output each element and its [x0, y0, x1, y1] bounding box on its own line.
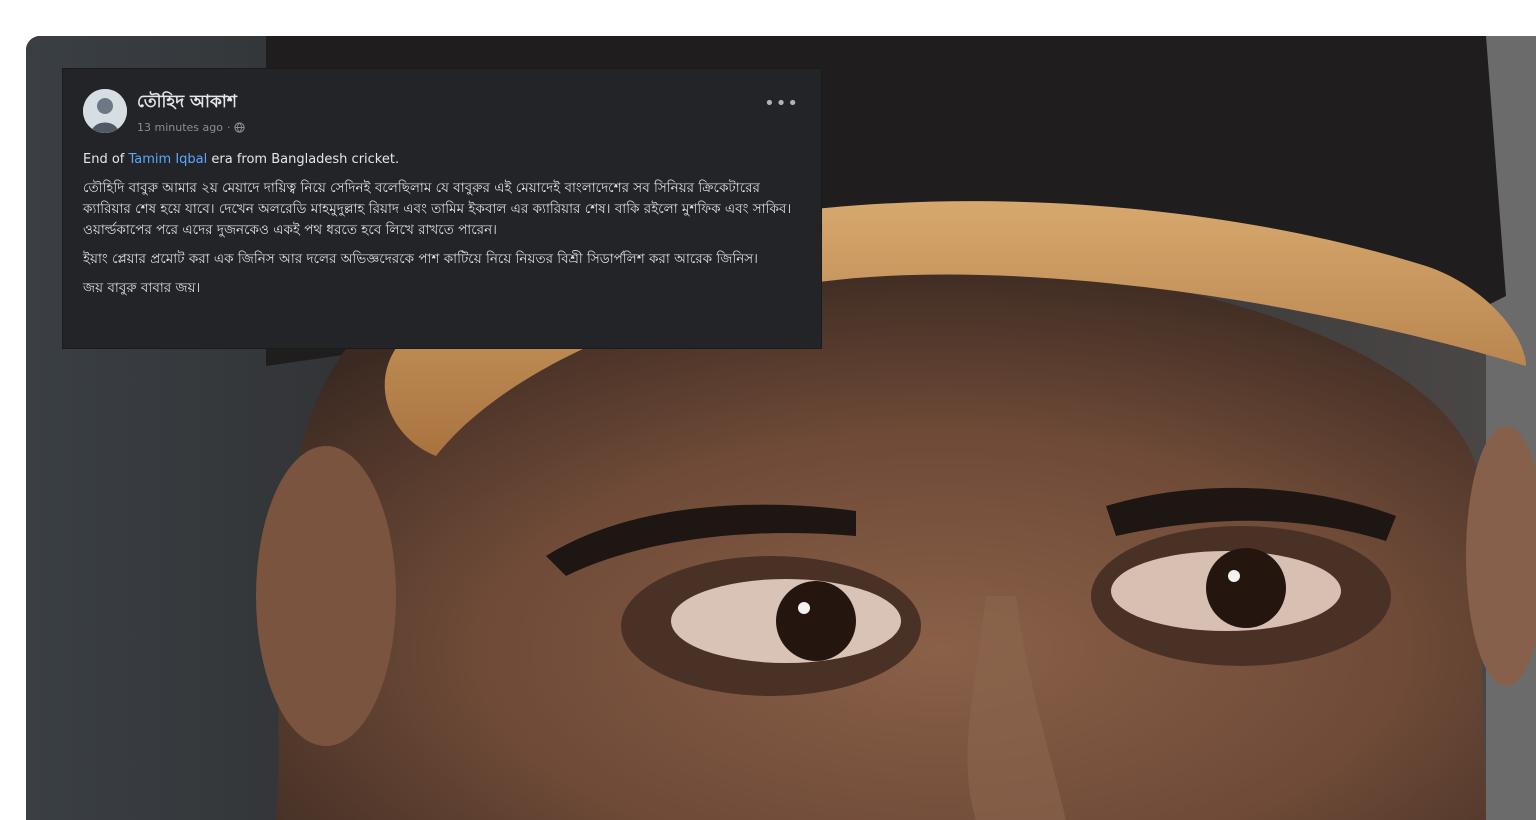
- globe-icon: [234, 121, 246, 133]
- post-header: তৌহিদ আকাশ 13 minutes ago ·: [83, 85, 803, 137]
- meta-separator: ·: [226, 120, 231, 134]
- intro-prefix: End of: [83, 152, 129, 167]
- post-paragraph-1: তৌহিদি বাবুরু আমার ২য় মেয়াদে দায়িত্ব …: [83, 180, 792, 238]
- post-meta: 13 minutes ago ·: [137, 120, 246, 134]
- avatar-image: [83, 89, 127, 133]
- author-name[interactable]: তৌহিদ আকাশ: [137, 89, 245, 117]
- tagged-person-link[interactable]: Tamim Iqbal: [129, 152, 208, 167]
- post-paragraph-2: ইয়াং প্লেয়ার প্রমোট করা এক জিনিস আর দল…: [83, 251, 759, 267]
- more-options-icon[interactable]: •••: [764, 93, 799, 114]
- avatar[interactable]: [83, 89, 127, 133]
- author-block: তৌহিদ আকাশ 13 minutes ago ·: [137, 89, 246, 134]
- post-paragraph-3: জয় বাবুরু বাবার জয়।: [83, 280, 201, 296]
- intro-suffix: era from Bangladesh cricket.: [207, 152, 400, 167]
- facebook-post-screenshot: তৌহিদ আকাশ 13 minutes ago · ••• End of T…: [62, 68, 822, 349]
- post-intro: End of Tamim Iqbal era from Bangladesh c…: [83, 149, 803, 170]
- post-body: End of Tamim Iqbal era from Bangladesh c…: [83, 149, 803, 299]
- post-timestamp[interactable]: 13 minutes ago: [137, 121, 223, 134]
